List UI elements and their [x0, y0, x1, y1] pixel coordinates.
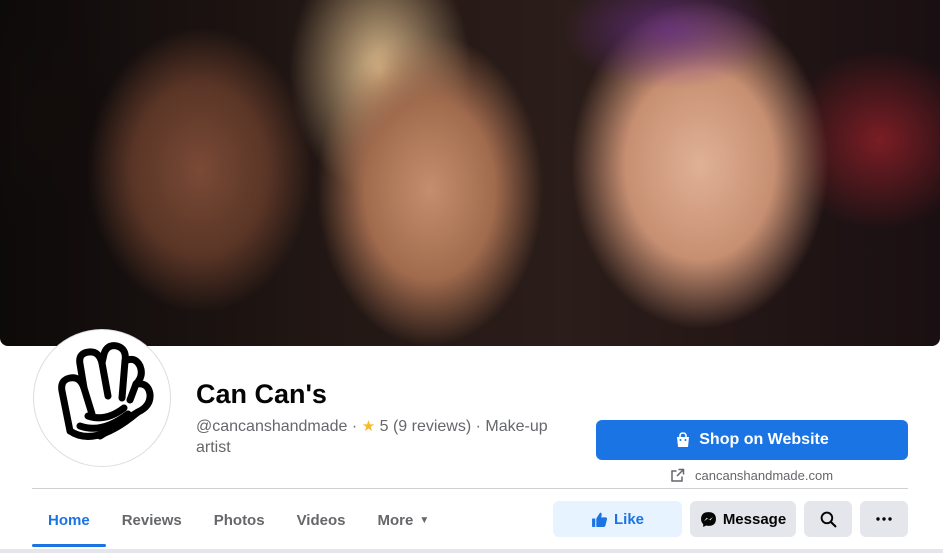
logo-hand-icon — [58, 342, 154, 440]
meta-separator: · — [475, 418, 481, 435]
more-dots-icon — [876, 517, 892, 521]
messenger-icon — [700, 511, 716, 527]
page-title: Can Can's — [196, 379, 327, 409]
cover-photo[interactable] — [0, 0, 940, 346]
tab-label: Reviews — [121, 511, 182, 529]
search-button[interactable] — [804, 501, 852, 537]
rating-value[interactable]: 5 — [380, 418, 389, 435]
search-icon — [820, 511, 836, 527]
website-link-label: cancanshandmade.com — [695, 467, 834, 483]
tab-photos[interactable]: Photos — [198, 498, 281, 542]
tab-home[interactable]: Home — [32, 498, 106, 547]
caret-down-icon: ▼ — [419, 514, 430, 526]
divider — [32, 488, 908, 489]
page-bottom-edge — [0, 549, 943, 553]
like-button[interactable]: Like — [553, 501, 682, 537]
tab-label: Photos — [213, 511, 265, 529]
message-button-label: Message — [722, 510, 787, 528]
shop-on-website-button[interactable]: Shop on Website — [596, 420, 908, 460]
page-header: Can Can's @cancanshandmade · ★ 5 (9 revi… — [0, 0, 943, 553]
like-button-label: Like — [613, 510, 644, 528]
star-icon: ★ — [361, 418, 376, 435]
website-link[interactable]: cancanshandmade.com — [670, 466, 833, 484]
shopping-bag-icon — [677, 432, 690, 447]
tab-label: Videos — [296, 511, 346, 529]
tab-reviews[interactable]: Reviews — [106, 498, 198, 542]
cover-photo-detail — [560, 0, 780, 90]
thumbs-up-icon — [592, 512, 608, 527]
reviews-count[interactable]: (9 reviews) — [393, 418, 471, 435]
avatar[interactable] — [34, 330, 170, 466]
external-link-icon — [671, 468, 685, 482]
tab-label: More — [377, 511, 414, 529]
page-tabs: Home Reviews Photos Videos More ▼ — [32, 498, 445, 550]
tab-label: Home — [48, 511, 90, 529]
tab-more[interactable]: More ▼ — [362, 498, 446, 542]
shop-button-label: Shop on Website — [699, 431, 829, 448]
more-options-button[interactable] — [860, 501, 908, 537]
page-handle[interactable]: @cancanshandmade — [196, 418, 347, 435]
meta-separator: · — [351, 418, 358, 435]
page-meta: @cancanshandmade · ★ 5 (9 reviews) · Mak… — [196, 416, 576, 458]
message-button[interactable]: Message — [690, 501, 796, 537]
tab-videos[interactable]: Videos — [281, 498, 362, 542]
